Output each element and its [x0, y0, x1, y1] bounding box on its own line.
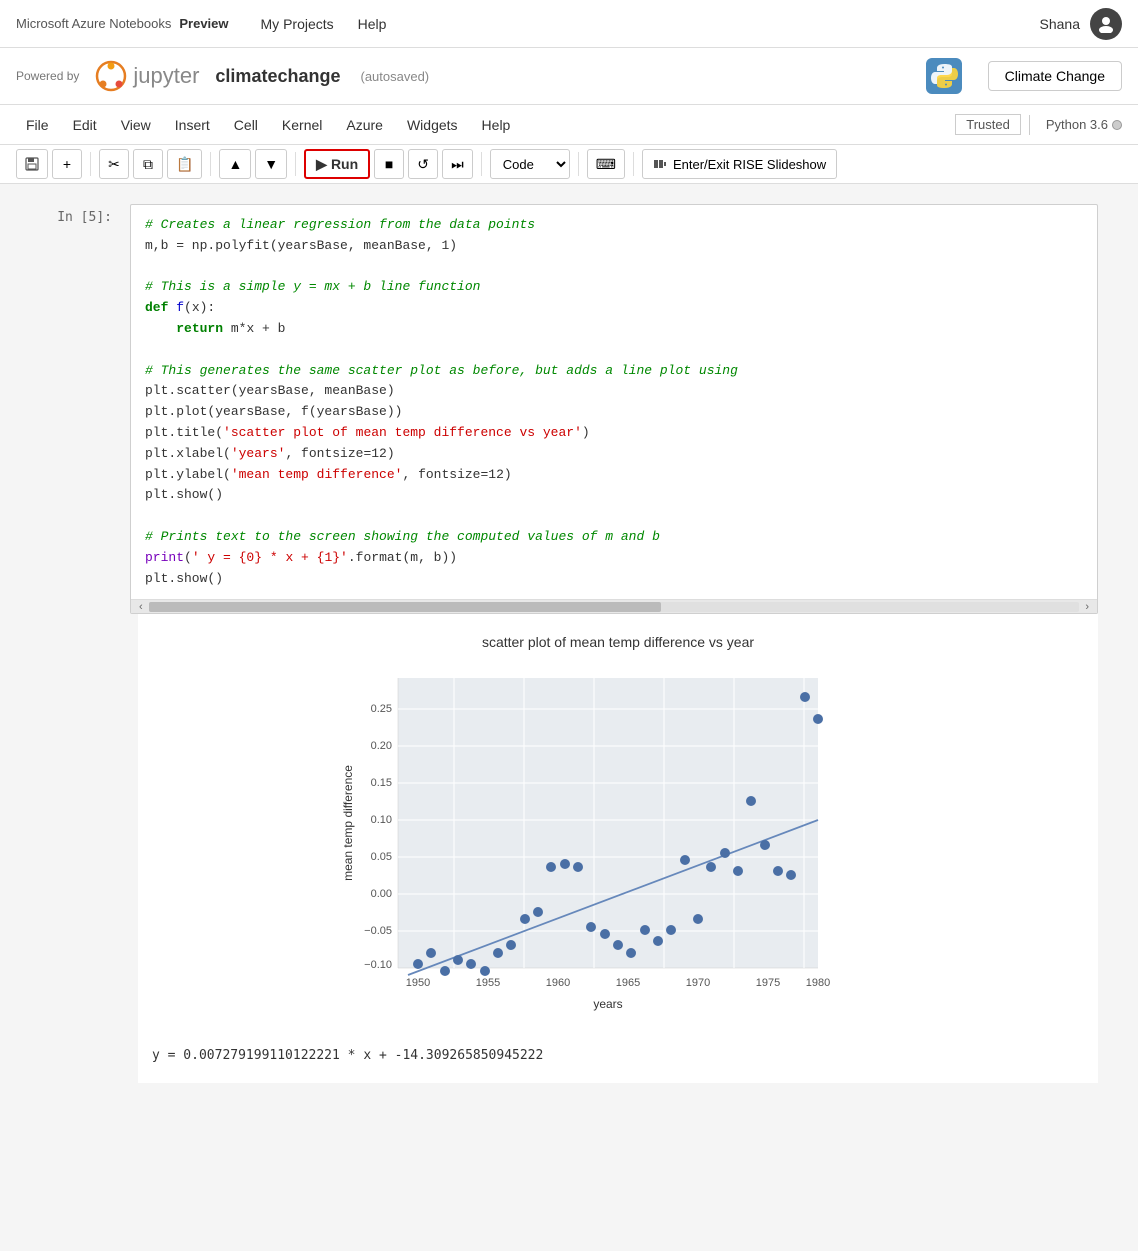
- cut-button[interactable]: ✂: [99, 149, 129, 179]
- svg-text:−0.05: −0.05: [364, 925, 392, 937]
- toolbar-sep-3: [295, 152, 296, 176]
- menu-insert[interactable]: Insert: [165, 113, 220, 137]
- code-content[interactable]: # Creates a linear regression from the d…: [131, 205, 1097, 599]
- notebook-header: Powered by jupyter climatechange (autosa…: [0, 48, 1138, 105]
- run-icon: ▶: [316, 156, 327, 173]
- stop-button[interactable]: ■: [374, 149, 404, 179]
- jupyter-logo: jupyter: [95, 60, 199, 92]
- svg-text:0.00: 0.00: [371, 888, 392, 900]
- horizontal-scrollbar[interactable]: ‹ ›: [131, 599, 1097, 613]
- move-up-button[interactable]: ▲: [219, 149, 251, 179]
- kernel-status-icon: [1112, 120, 1122, 130]
- jupyter-text: jupyter: [133, 63, 199, 89]
- powered-by-text: Powered by: [16, 69, 79, 83]
- scroll-left-arrow[interactable]: ‹: [133, 601, 149, 613]
- user-area: Shana: [1040, 8, 1122, 40]
- menu-cell[interactable]: Cell: [224, 113, 268, 137]
- my-projects-link[interactable]: My Projects: [261, 16, 334, 32]
- top-nav: Microsoft Azure Notebooks Preview My Pro…: [0, 0, 1138, 48]
- svg-text:1980: 1980: [806, 977, 830, 989]
- svg-text:1970: 1970: [686, 977, 710, 989]
- menu-bar: File Edit View Insert Cell Kernel Azure …: [0, 105, 1138, 145]
- notebook-name[interactable]: climatechange: [215, 66, 340, 87]
- brand-text: Microsoft Azure Notebooks: [16, 16, 171, 31]
- svg-text:−0.10: −0.10: [364, 959, 392, 971]
- menu-help[interactable]: Help: [472, 113, 521, 137]
- svg-text:1965: 1965: [616, 977, 640, 989]
- username: Shana: [1040, 16, 1080, 32]
- cell-prompt: In [5]:: [40, 204, 120, 614]
- preview-text: Preview: [179, 16, 228, 31]
- code-cell: In [5]: # Creates a linear regression fr…: [40, 204, 1098, 614]
- copy-button[interactable]: ⧉: [133, 149, 163, 179]
- svg-text:0.25: 0.25: [371, 703, 392, 715]
- svg-text:0.20: 0.20: [371, 740, 392, 752]
- output-content: scatter plot of mean temp difference vs …: [138, 614, 1098, 1083]
- trusted-badge: Trusted: [955, 114, 1021, 135]
- cell-editor[interactable]: # Creates a linear regression from the d…: [130, 204, 1098, 614]
- menu-file[interactable]: File: [16, 113, 59, 137]
- python-icon: [926, 58, 962, 94]
- svg-text:0.15: 0.15: [371, 777, 392, 789]
- chart-container: scatter plot of mean temp difference vs …: [318, 624, 918, 1038]
- menu-azure[interactable]: Azure: [336, 113, 393, 137]
- run-button[interactable]: ▶ Run: [304, 149, 370, 179]
- menu-edit[interactable]: Edit: [63, 113, 107, 137]
- rise-slideshow-button[interactable]: Enter/Exit RISE Slideshow: [642, 149, 837, 179]
- fast-forward-button[interactable]: ⏭: [442, 149, 473, 179]
- svg-text:1960: 1960: [546, 977, 570, 989]
- equation-output: y = 0.007279199110122221 * x + -14.30926…: [138, 1038, 1098, 1073]
- climate-change-button[interactable]: Climate Change: [988, 61, 1122, 91]
- menu-widgets[interactable]: Widgets: [397, 113, 468, 137]
- notebook-body: In [5]: # Creates a linear regression fr…: [0, 184, 1138, 1103]
- keyboard-button[interactable]: ⌨: [587, 149, 625, 179]
- toolbar-sep-4: [481, 152, 482, 176]
- help-link[interactable]: Help: [358, 16, 387, 32]
- restart-button[interactable]: ↺: [408, 149, 438, 179]
- add-cell-button[interactable]: +: [52, 149, 82, 179]
- toolbar-sep-2: [210, 152, 211, 176]
- move-down-button[interactable]: ▼: [255, 149, 287, 179]
- paste-button[interactable]: 📋: [167, 149, 202, 179]
- output-cell: scatter plot of mean temp difference vs …: [40, 614, 1098, 1083]
- nav-links: My Projects Help: [261, 16, 1040, 32]
- svg-text:1975: 1975: [756, 977, 780, 989]
- python-version: Python 3.6: [1046, 117, 1122, 132]
- svg-text:1950: 1950: [406, 977, 430, 989]
- cell-type-select[interactable]: Code: [490, 149, 570, 179]
- toolbar-sep-6: [633, 152, 634, 176]
- scroll-right-arrow[interactable]: ›: [1079, 601, 1095, 613]
- svg-text:years: years: [593, 997, 622, 1011]
- svg-text:0.10: 0.10: [371, 814, 392, 826]
- menu-view[interactable]: View: [111, 113, 161, 137]
- save-button[interactable]: [16, 149, 48, 179]
- jupyter-icon: [95, 60, 127, 92]
- svg-text:0.05: 0.05: [371, 851, 392, 863]
- avatar[interactable]: [1090, 8, 1122, 40]
- separator: [1029, 115, 1030, 135]
- svg-text:mean temp difference: mean temp difference: [341, 765, 355, 881]
- toolbar-sep-1: [90, 152, 91, 176]
- autosaved-label: (autosaved): [360, 69, 429, 84]
- svg-text:1955: 1955: [476, 977, 500, 989]
- menu-kernel[interactable]: Kernel: [272, 113, 332, 137]
- chart-title: scatter plot of mean temp difference vs …: [338, 634, 898, 650]
- toolbar: + ✂ ⧉ 📋 ▲ ▼ ▶ Run ■ ↺ ⏭ Code ⌨ Enter/Exi…: [0, 145, 1138, 184]
- chart-svg: 0.25 0.20 0.15 0.10 0.05 0.00 −0.05 −0.1…: [338, 658, 858, 1018]
- toolbar-sep-5: [578, 152, 579, 176]
